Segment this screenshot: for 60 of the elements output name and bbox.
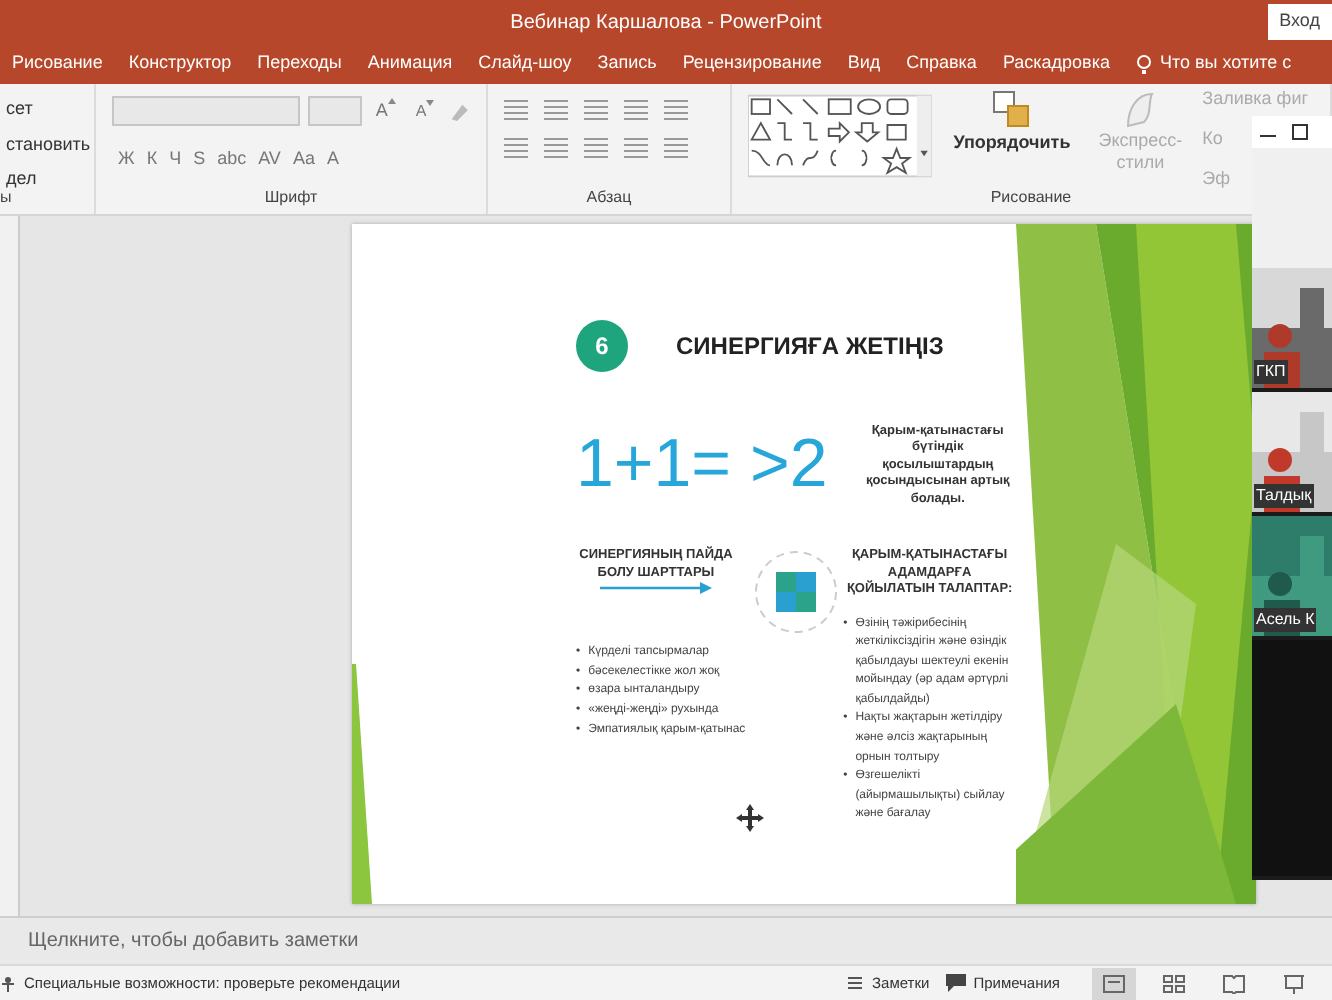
grid-view-icon	[1162, 973, 1186, 993]
lightbulb-icon	[1135, 53, 1152, 75]
participant-name: Асель К	[1254, 608, 1317, 632]
ribbon-tab[interactable]: Запись	[597, 50, 657, 78]
ribbon-tab[interactable]: Вид	[847, 50, 881, 78]
brush-icon[interactable]	[1122, 90, 1159, 130]
move-cursor-icon	[736, 804, 764, 836]
accessibility-icon[interactable]	[0, 975, 16, 991]
eraser-icon[interactable]	[448, 99, 470, 123]
format-button[interactable]: A	[320, 146, 345, 173]
format-button[interactable]: Aa	[286, 146, 321, 173]
ribbon-command[interactable]: становить	[0, 131, 94, 158]
ribbon-tab[interactable]: Анимация	[367, 50, 453, 78]
notes-icon[interactable]	[846, 974, 864, 992]
font-size-dropdown[interactable]	[307, 96, 362, 126]
caret-icon	[426, 99, 435, 105]
format-button[interactable]: abc	[211, 146, 253, 173]
arrange-button[interactable]: Упорядочить	[947, 130, 1077, 157]
format-button[interactable]: AV	[252, 146, 287, 173]
ribbon-tab[interactable]: Раскадровка	[1002, 50, 1110, 78]
group-label: Абзац	[584, 186, 634, 210]
shrink-font-button[interactable]: A	[409, 99, 441, 123]
window-title: Вебинар Каршалова - PowerPoint	[510, 9, 822, 37]
ribbon-tab[interactable]: Рецензирование	[682, 50, 822, 78]
caret-icon	[387, 97, 396, 104]
shapes-gallery[interactable]	[748, 92, 932, 180]
ribbon-tab[interactable]: Переходы	[257, 50, 342, 78]
ribbon-tab[interactable]: Рисование	[12, 50, 103, 78]
participant-name: ГКП	[1254, 360, 1288, 384]
arrange-icon[interactable]	[991, 90, 1032, 130]
format-button[interactable]: Ж	[112, 146, 141, 173]
arrow-icon	[600, 582, 712, 595]
ribbon-tab[interactable]: Слайд-шоу	[478, 50, 572, 78]
sign-in-button[interactable]: Вход	[1267, 4, 1332, 39]
tell-me-field[interactable]: Что вы хотите с	[1159, 50, 1292, 78]
view-button[interactable]	[1092, 967, 1136, 999]
thumbnail-pane[interactable]	[0, 216, 20, 916]
ribbon-tab[interactable]: Конструктор	[128, 50, 232, 78]
reading-view-icon	[1222, 973, 1246, 993]
participant-name: Талдық	[1254, 484, 1314, 508]
font-name-dropdown[interactable]	[112, 96, 300, 126]
group-label: Рисование	[988, 186, 1074, 210]
comment-icon[interactable]	[945, 974, 966, 992]
group-label: Шрифт	[262, 186, 320, 210]
maximize-icon[interactable]	[1292, 124, 1308, 140]
format-button[interactable]: К	[140, 146, 164, 173]
normal-view-icon	[1102, 973, 1126, 993]
ribbon-tab[interactable]: Справка	[906, 50, 977, 78]
formula-text: 1+1= >2	[576, 428, 828, 504]
format-button[interactable]: Ч	[163, 146, 188, 173]
grow-font-button[interactable]: A	[369, 97, 402, 125]
step-number: 6	[576, 320, 628, 372]
format-button[interactable]: S	[187, 146, 212, 173]
slideshow-icon	[1282, 973, 1306, 993]
ribbon-command[interactable]: сет	[0, 96, 94, 123]
ribbon-command[interactable]: дел	[0, 166, 94, 193]
puzzle-icon	[752, 548, 840, 637]
slide-title: СИНЕРГИЯҒА ЖЕТІҢІЗ	[676, 330, 944, 364]
notes-field[interactable]: Щелкните, чтобы добавить заметки	[0, 916, 1332, 964]
group-label: ы	[0, 188, 14, 210]
